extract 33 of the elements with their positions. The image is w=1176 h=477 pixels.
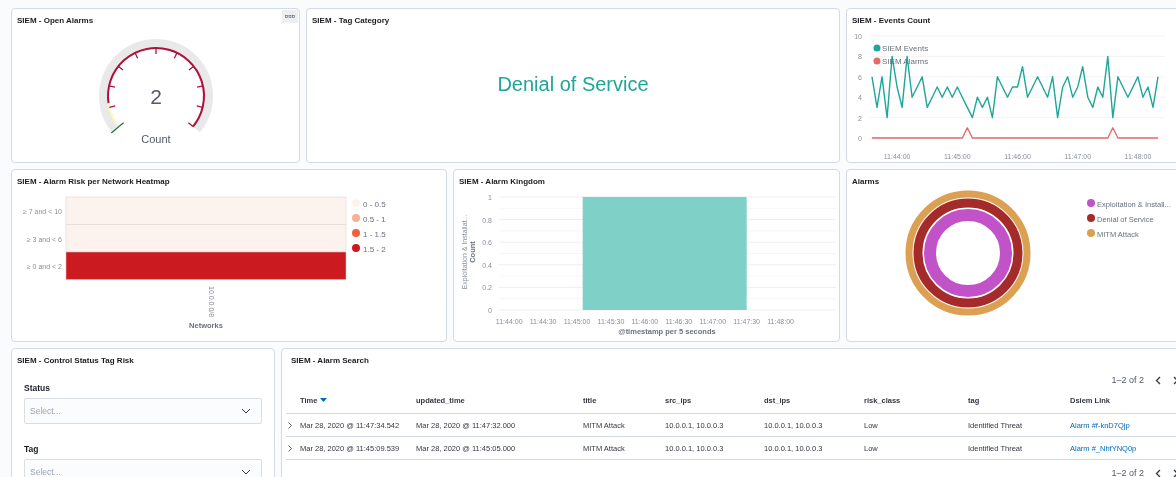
legend-label[interactable]: SIEM Events bbox=[882, 44, 929, 53]
panel-title: Alarms bbox=[852, 177, 880, 186]
expand-row-button[interactable] bbox=[286, 442, 294, 454]
field-label: Tag bbox=[24, 444, 39, 454]
legend-label[interactable]: 1 - 1.5 bbox=[363, 229, 386, 239]
more-icon bbox=[285, 14, 295, 19]
previous-page-button[interactable] bbox=[1154, 467, 1162, 477]
gauge-value: 2 bbox=[149, 85, 163, 109]
legend-label[interactable]: 1.5 - 2 bbox=[363, 244, 386, 254]
metric-value: Denial of Service bbox=[496, 73, 650, 96]
options-button[interactable] bbox=[282, 10, 298, 23]
panel-title: SIEM - Control Status Tag Risk bbox=[17, 356, 134, 365]
chevron-left-icon bbox=[1155, 375, 1161, 385]
legend-label[interactable]: 0 - 0.5 bbox=[363, 199, 386, 209]
gauge-label: Count bbox=[140, 133, 172, 145]
chevron-right-icon bbox=[288, 444, 292, 452]
legend-label[interactable]: 0.5 - 1 bbox=[363, 214, 386, 224]
pagination-text: 1–2 of 2 bbox=[1111, 375, 1144, 385]
chevron-right-icon bbox=[288, 421, 292, 429]
pagination-text: 1–2 of 2 bbox=[1111, 468, 1144, 477]
sort-down-icon bbox=[320, 398, 328, 402]
panel-title: SIEM - Tag Category bbox=[312, 16, 390, 25]
field-label: Status bbox=[24, 383, 50, 393]
panel-title: SIEM - Events Count bbox=[852, 16, 931, 25]
previous-page-button[interactable] bbox=[1154, 374, 1162, 386]
panel-title: SIEM - Alarm Risk per Network Heatmap bbox=[17, 177, 170, 186]
expand-row-button[interactable] bbox=[286, 419, 294, 431]
panel-title: SIEM - Alarm Kingdom bbox=[459, 177, 545, 186]
chevron-down-icon bbox=[241, 408, 251, 414]
panel-title: SIEM - Open Alarms bbox=[17, 16, 94, 25]
chevron-down-icon bbox=[241, 469, 251, 475]
panel-title: SIEM - Alarm Search bbox=[291, 356, 369, 365]
chevron-left-icon bbox=[1155, 468, 1161, 477]
